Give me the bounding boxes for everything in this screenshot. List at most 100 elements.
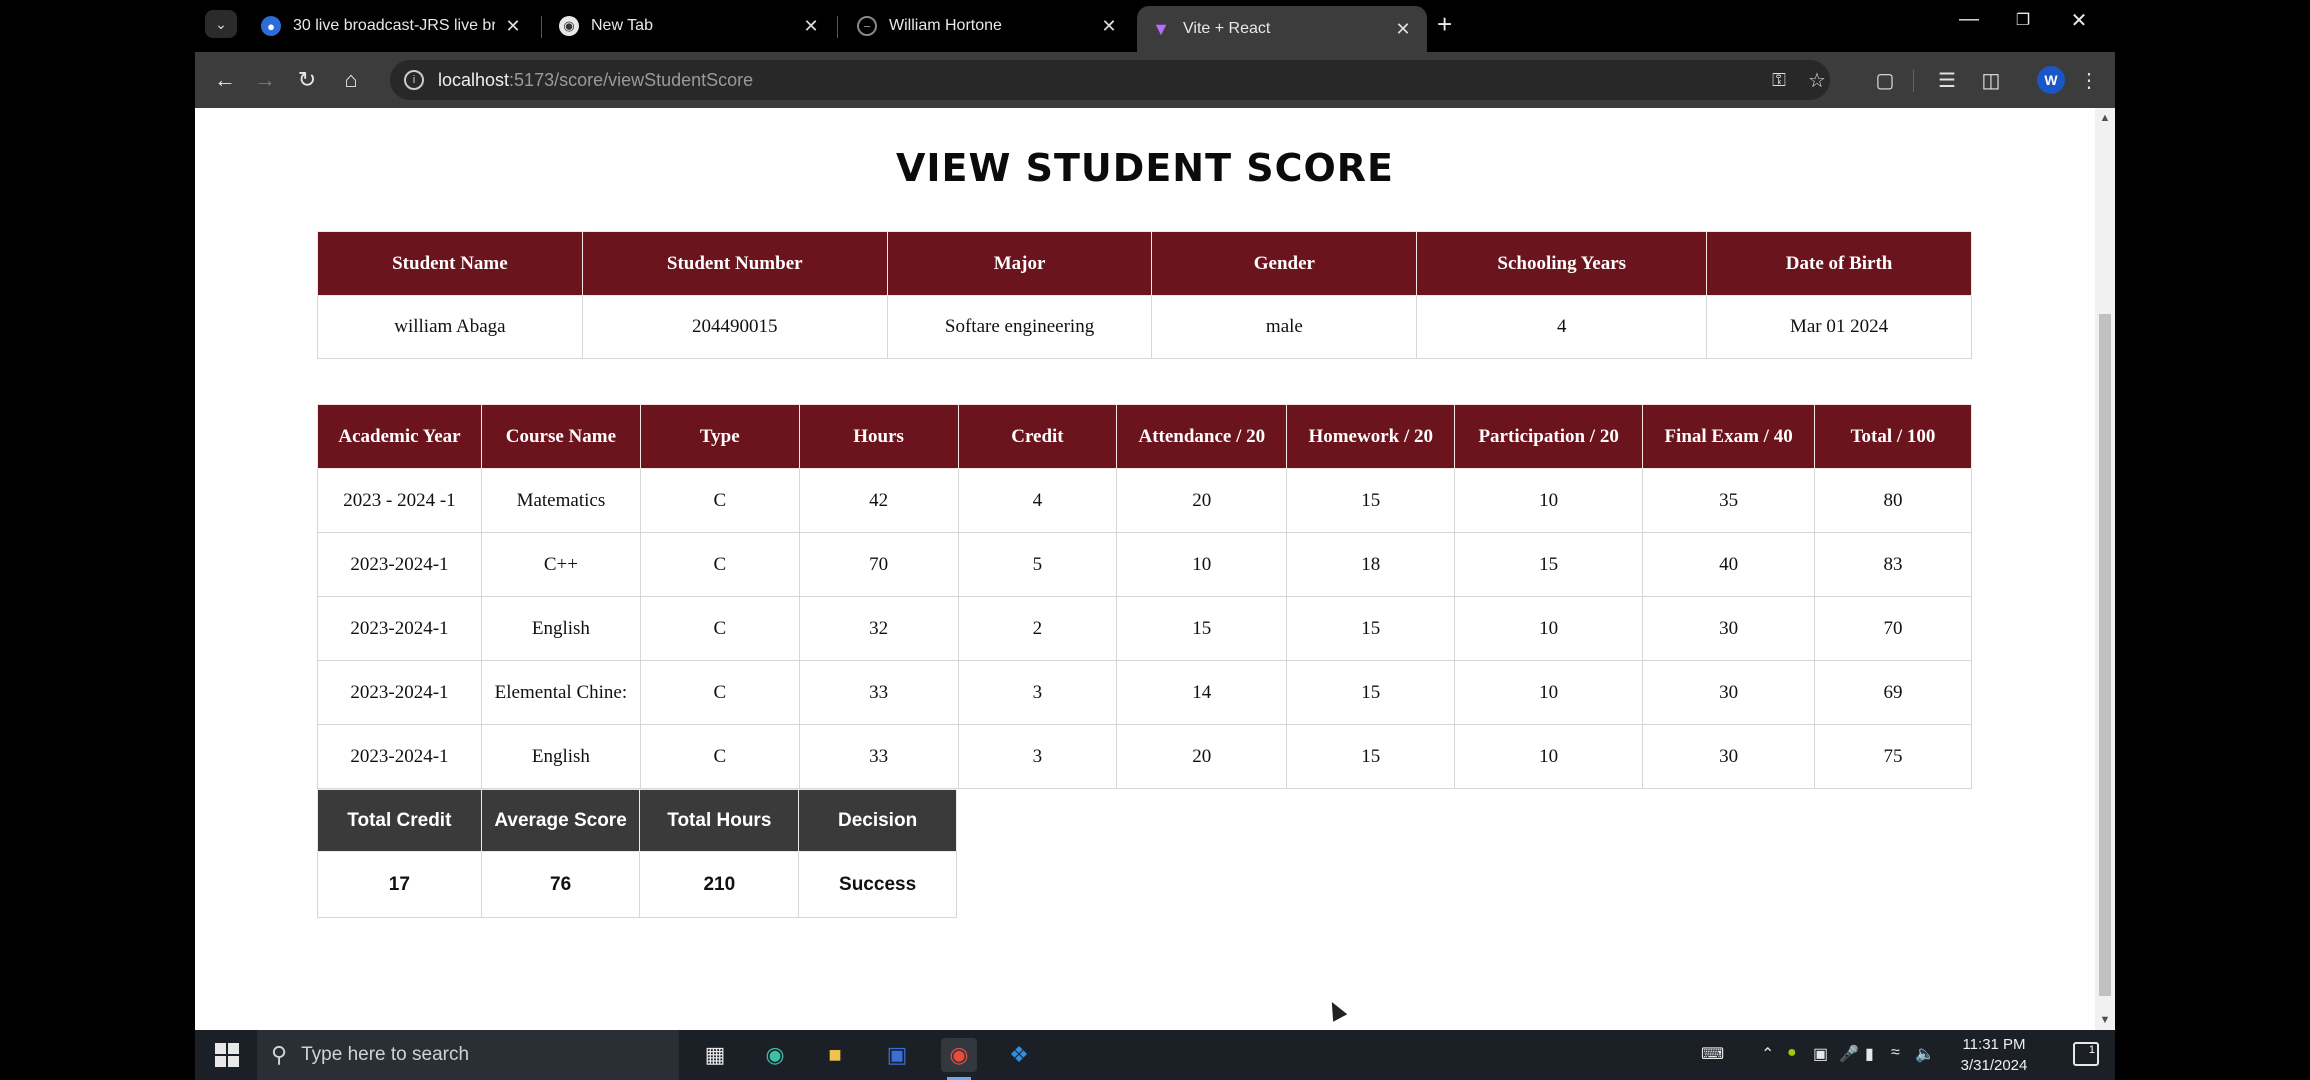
wifi-icon[interactable]: ≈ [1891,1044,1900,1062]
tab-search-button[interactable]: ⌄ [205,10,237,38]
chevron-down-icon: ⌄ [215,15,227,32]
new-tab-plus-icon[interactable]: + [1437,10,1452,38]
blocked-icon: − [857,16,877,36]
forward-arrow-icon[interactable]: → [251,66,279,94]
vscode-icon[interactable]: ❖ [1001,1038,1037,1072]
close-icon[interactable]: ✕ [503,16,523,37]
scroll-up-icon[interactable]: ▲ [2095,108,2115,128]
volume-icon[interactable]: 🔈 [1915,1044,1935,1064]
windows-start-icon[interactable] [215,1043,239,1067]
tab-new-tab[interactable]: ◉ New Tab ✕ [545,6,835,46]
cell-type: C [639,596,800,661]
back-arrow-icon[interactable]: ← [211,66,239,94]
table-row: 2023-2024-1 Elemental Chine: C 33 3 14 1… [317,660,1972,725]
microphone-icon[interactable]: 🎤 [1839,1044,1859,1064]
cell-attendance: 20 [1116,468,1288,533]
taskbar-search[interactable]: ⚲ Type here to search [257,1030,679,1080]
cell-total: 80 [1814,468,1972,533]
app-icon[interactable]: ▣ [879,1038,915,1072]
media-icon[interactable]: ☰ [1933,66,1961,94]
tab-live-broadcast[interactable]: ● 30 live broadcast-JRS live broadc ✕ [247,6,537,46]
close-icon[interactable]: ✕ [801,16,821,37]
cell-course-name: English [480,724,641,789]
notification-count: 1 [2088,1044,2095,1056]
home-icon[interactable]: ⌂ [337,66,365,94]
cell-total: 83 [1814,532,1972,597]
key-icon[interactable]: ⚿ [1765,66,1793,94]
tab-william-hortone[interactable]: − William Hortone ✕ [843,6,1133,46]
desktop-screen: ⌄ ● 30 live broadcast-JRS live broadc ✕ … [0,0,2310,1080]
header-total: Total / 100 [1814,404,1972,469]
profile-avatar[interactable]: W [2037,66,2065,94]
mouse-cursor-icon [1324,998,1348,1022]
cell-total-hours: 210 [639,851,800,918]
close-icon[interactable]: ✕ [1393,19,1413,40]
cell-final-exam: 35 [1642,468,1816,533]
cell-course-name: Elemental Chine: [480,660,641,725]
cell-academic-year: 2023-2024-1 [317,596,482,661]
battery-icon[interactable]: ▮ [1865,1044,1874,1064]
tab-vite-react[interactable]: ▼ Vite + React ✕ [1137,6,1427,52]
cell-hours: 32 [798,596,959,661]
page-title: VIEW STUDENT SCORE [895,146,1395,190]
cell-student-name: william Abaga [317,295,583,359]
close-icon[interactable]: ✕ [1099,16,1119,37]
cell-participation: 15 [1454,532,1644,597]
chevron-up-icon[interactable]: ⌃ [1761,1044,1774,1064]
restore-icon[interactable]: ❐ [2003,10,2043,30]
cell-credit: 3 [957,660,1118,725]
cell-participation: 10 [1454,468,1644,533]
cell-course-name: Matematics [480,468,641,533]
cell-schooling-years: 4 [1416,295,1708,359]
page-content: VIEW STUDENT SCORE Student Name Student … [195,108,2095,1030]
cell-attendance: 14 [1116,660,1288,725]
cell-academic-year: 2023 - 2024 -1 [317,468,482,533]
window-close-icon[interactable]: ✕ [2059,8,2099,33]
cell-hours: 70 [798,532,959,597]
page-scrollbar[interactable]: ▲ ▼ [2095,108,2115,1030]
cell-homework: 18 [1286,532,1456,597]
header-decision: Decision [798,789,957,852]
header-total-credit: Total Credit [317,789,482,852]
edge-icon[interactable]: ◉ [757,1038,793,1072]
notification-icon[interactable]: 1 [2073,1042,2099,1066]
cell-participation: 10 [1454,724,1644,789]
task-view-icon[interactable]: ▦ [697,1038,733,1072]
extensions-icon[interactable]: ▢ [1871,66,1899,94]
camera-icon[interactable]: ▣ [1813,1044,1828,1064]
cell-student-number: 204490015 [581,295,888,359]
clock[interactable]: 11:31 PM 3/31/2024 [1939,1034,2049,1076]
cell-credit: 4 [957,468,1118,533]
cell-date-of-birth: Mar 01 2024 [1706,295,1972,359]
cell-type: C [639,660,800,725]
minimize-icon[interactable]: — [1949,8,1989,31]
cell-final-exam: 30 [1642,724,1816,789]
chrome-icon[interactable]: ◉ [941,1038,977,1080]
clock-time: 11:31 PM [1962,1036,2026,1053]
tab-title: William Hortone [889,17,1002,34]
url-path: :5173/score/viewStudentScore [509,69,754,90]
table-row: 2023-2024-1 English C 32 2 15 15 10 30 7… [317,596,1972,661]
cell-final-exam: 40 [1642,532,1816,597]
keyboard-icon[interactable]: ⌨ [1701,1044,1724,1064]
cell-homework: 15 [1286,660,1456,725]
scrollbar-thumb[interactable] [2099,314,2111,996]
file-explorer-icon[interactable]: ■ [817,1038,853,1072]
scroll-down-icon[interactable]: ▼ [2095,1010,2115,1030]
more-menu-icon[interactable]: ⋮ [2075,66,2103,94]
cell-total: 69 [1814,660,1972,725]
address-bar[interactable]: i localhost:5173/score/viewStudentScore [390,60,1830,100]
header-schooling-years: Schooling Years [1416,231,1708,296]
cell-average-score: 76 [480,851,641,918]
star-icon[interactable]: ☆ [1803,66,1831,94]
cell-hours: 33 [798,724,959,789]
header-hours: Hours [798,404,959,469]
reload-icon[interactable]: ↻ [293,66,321,94]
app-tray-icon[interactable]: ● [1787,1044,1797,1062]
site-info-icon[interactable]: i [404,70,424,90]
cell-final-exam: 30 [1642,596,1816,661]
cell-participation: 10 [1454,596,1644,661]
tab-title: 30 live broadcast-JRS live broadc [293,17,495,34]
side-panel-icon[interactable]: ◫ [1977,66,2005,94]
header-gender: Gender [1151,231,1418,296]
